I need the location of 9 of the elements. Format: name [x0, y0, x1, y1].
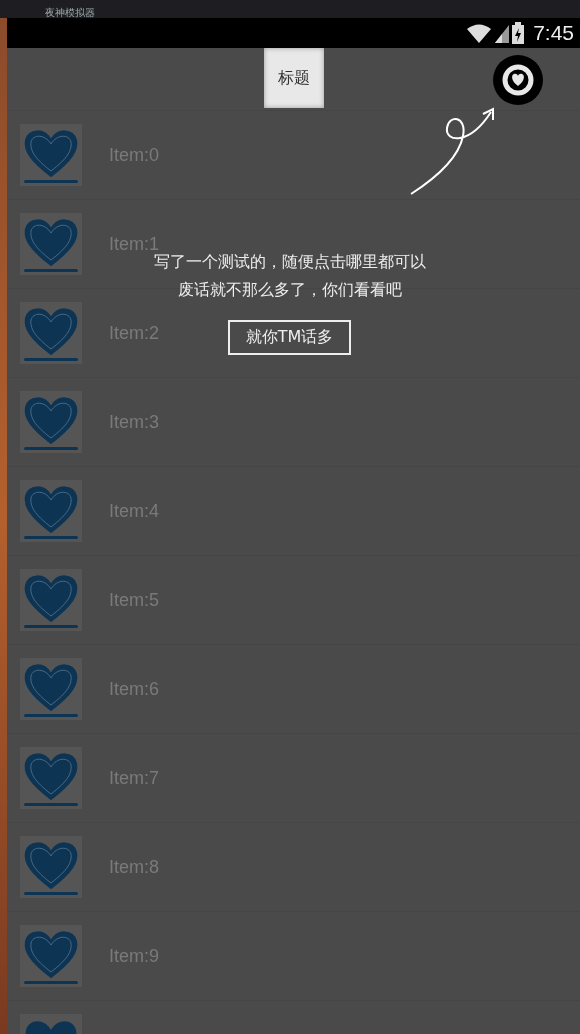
window-title: 夜神模拟器: [45, 8, 95, 18]
toolbar-title: 标题: [263, 48, 324, 108]
battery-icon: [512, 22, 525, 44]
guide-message: 写了一个测试的，随便点击哪里都可以 废话就不那么多了，你们看看吧: [153, 251, 426, 301]
dismiss-button[interactable]: 就你TM话多: [227, 320, 352, 355]
signal-icon: [495, 23, 510, 43]
heart-badge-icon[interactable]: [493, 55, 543, 105]
status-time: 7:45: [533, 21, 574, 45]
wifi-icon: [466, 23, 493, 43]
